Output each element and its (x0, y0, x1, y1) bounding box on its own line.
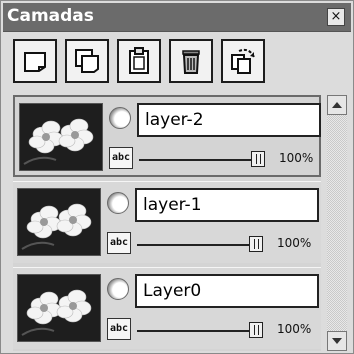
rotate-pages-icon (231, 48, 255, 74)
paste-layer-button[interactable] (117, 39, 161, 83)
clipboard-icon (129, 47, 149, 74)
layer-properties-button[interactable] (221, 39, 265, 83)
panel-titlebar[interactable]: Camadas × (3, 3, 351, 32)
layer-name-field[interactable]: layer-1 (135, 188, 319, 222)
flowers-thumbnail-image (18, 275, 100, 341)
layer-row-2[interactable]: Layer0 abc 100% (13, 267, 321, 349)
opacity-slider-track[interactable] (139, 159, 251, 161)
layer-list: layer-2 abc 100% layer-1 abc 100% Layer0… (13, 95, 321, 351)
layer-thumbnail[interactable] (17, 188, 101, 256)
layer-name-field[interactable]: Layer0 (135, 274, 319, 308)
opacity-slider-track[interactable] (137, 330, 249, 332)
text-layer-icon: abc (107, 232, 131, 254)
layer-thumbnail[interactable] (17, 274, 101, 342)
panel-title: Camadas (7, 6, 94, 26)
layers-panel: Camadas × layer-2 abc 100% layer-1 abc 1… (0, 0, 354, 354)
layer-list-scrollbar[interactable] (327, 95, 347, 351)
opacity-slider-thumb[interactable] (249, 322, 263, 338)
opacity-value: 100% (277, 322, 312, 336)
trash-icon (182, 50, 200, 74)
opacity-slider-thumb[interactable] (251, 151, 265, 167)
flowers-thumbnail-image (20, 104, 102, 170)
visibility-toggle[interactable] (107, 278, 129, 300)
duplicate-layer-button[interactable] (65, 39, 109, 83)
scroll-down-button[interactable] (327, 331, 347, 351)
delete-layer-button[interactable] (169, 39, 213, 83)
layers-toolbar (13, 39, 273, 85)
flowers-thumbnail-image (18, 189, 100, 255)
opacity-value: 100% (279, 151, 314, 165)
scroll-up-button[interactable] (327, 95, 347, 115)
page-icon (24, 52, 46, 72)
opacity-slider-track[interactable] (137, 244, 249, 246)
close-button[interactable]: × (327, 8, 345, 26)
visibility-toggle[interactable] (107, 192, 129, 214)
arrow-up-icon (332, 102, 342, 108)
opacity-value: 100% (277, 236, 312, 250)
text-layer-icon: abc (107, 318, 131, 340)
text-layer-icon: abc (109, 147, 133, 169)
layer-name-field[interactable]: layer-2 (137, 103, 321, 137)
visibility-toggle[interactable] (109, 107, 131, 129)
new-layer-button[interactable] (13, 39, 57, 83)
layer-thumbnail[interactable] (19, 103, 103, 171)
layer-row-1[interactable]: layer-1 abc 100% (13, 181, 321, 263)
layer-row-0[interactable]: layer-2 abc 100% (13, 95, 321, 177)
duplicate-pages-icon (75, 49, 99, 73)
arrow-down-icon (332, 338, 342, 344)
opacity-slider-thumb[interactable] (249, 236, 263, 252)
